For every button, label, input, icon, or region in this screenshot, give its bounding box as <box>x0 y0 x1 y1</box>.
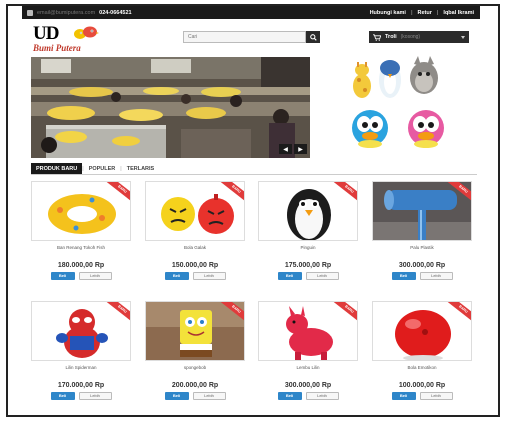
cart-label: Troli <box>385 34 397 40</box>
search-input[interactable] <box>183 31 306 43</box>
product-card: BARU Lilin Spiderman 170.000,00 Rp Beli … <box>31 301 131 400</box>
product-price: 170.000,00 Rp <box>57 382 105 389</box>
buy-button[interactable]: Beli <box>391 272 416 280</box>
swim-ring-image <box>32 182 130 240</box>
chevron-right-icon: ▶ <box>298 146 303 153</box>
product-name[interactable]: spongebob <box>145 365 245 371</box>
buy-button[interactable]: Beli <box>50 272 75 280</box>
product-card: BARU Palu Plastik 300.000,00 Rp Beli Leb… <box>372 181 472 280</box>
product-name[interactable]: Lilin Spiderman <box>31 365 131 371</box>
product-image[interactable]: BARU <box>31 301 131 361</box>
product-name[interactable]: Bola Galak <box>145 245 245 251</box>
buy-button[interactable]: Beli <box>277 392 302 400</box>
product-name[interactable]: Bola Emotikon <box>372 365 472 371</box>
product-image[interactable]: BARU <box>372 301 472 361</box>
product-price: 300.000,00 Rp <box>398 262 446 269</box>
chevron-left-icon: ◀ <box>283 146 288 153</box>
product-price: 150.000,00 Rp <box>171 262 219 269</box>
product-price: 100.000,00 Rp <box>398 382 446 389</box>
detail-button[interactable]: Lebih <box>419 392 453 400</box>
contact-email[interactable]: email@bumiputera.com <box>37 10 95 16</box>
detail-button[interactable]: Lebih <box>419 272 453 280</box>
link-return[interactable]: Retur <box>418 10 432 16</box>
detail-button[interactable]: Lebih <box>305 392 339 400</box>
product-card: BARU Bola Galak 150.000,00 Rp Beli Lebih <box>145 181 245 280</box>
product-tabs: PRODUK BARU | POPULER | TERLARIS <box>31 163 159 174</box>
buy-button[interactable]: Beli <box>50 392 75 400</box>
buy-button[interactable]: Beli <box>391 392 416 400</box>
product-card: BARU Ban Renang Tokoh Fish 180.000,00 Rp… <box>31 181 131 280</box>
contact-info: email@bumiputera.com 024-0664521 <box>22 9 132 16</box>
tab-new-products[interactable]: PRODUK BARU <box>31 163 83 174</box>
product-image[interactable]: BARU <box>258 301 358 361</box>
penguin-image <box>259 182 357 240</box>
product-image[interactable]: BARU <box>145 181 245 241</box>
red-horse-image <box>259 302 357 360</box>
slider-next-button[interactable]: ▶ <box>294 144 307 154</box>
top-links: Hubungi kami | Retur | Iqbal Ikrami <box>370 10 480 16</box>
factory-photo <box>31 57 310 158</box>
phone-icon <box>27 9 33 16</box>
contact-phone: 024-0664521 <box>99 9 132 16</box>
logo-birds-icon <box>74 26 99 39</box>
product-card: BARU spongebob 200.000,00 Rp Beli Lebih <box>145 301 245 400</box>
logo-tagline: Bumi Putera <box>33 43 81 53</box>
cart-count: (kosong) <box>400 34 421 40</box>
link-contact[interactable]: Hubungi kami <box>370 10 406 16</box>
tab-popular[interactable]: POPULER <box>84 163 121 174</box>
product-name[interactable]: Lembu Lilin <box>258 365 358 371</box>
detail-button[interactable]: Lebih <box>192 272 226 280</box>
hero-slider[interactable]: ◀ ▶ <box>31 57 310 158</box>
product-image[interactable]: BARU <box>145 301 245 361</box>
product-image[interactable]: BARU <box>372 181 472 241</box>
cart-button[interactable]: Troli (kosong) <box>369 31 469 43</box>
tab-best-sellers[interactable]: TERLARIS <box>122 163 160 174</box>
red-ball-image <box>373 302 471 360</box>
chevron-down-icon <box>461 35 465 39</box>
detail-button[interactable]: Lebih <box>305 272 339 280</box>
angry-balls-image <box>146 182 244 240</box>
search-bar <box>183 31 320 43</box>
product-card: BARU Bola Emotikon 100.000,00 Rp Beli Le… <box>372 301 472 400</box>
promo-toys-image <box>352 56 444 148</box>
product-name[interactable]: Ban Renang Tokoh Fish <box>31 245 131 251</box>
tab-divider-line <box>31 174 477 175</box>
product-name[interactable]: Palu Plastik <box>372 245 472 251</box>
site-logo[interactable]: UD Bumi Putera <box>33 24 103 54</box>
product-image[interactable]: BARU <box>258 181 358 241</box>
spiderman-image <box>32 302 130 360</box>
slider-prev-button[interactable]: ◀ <box>279 144 292 154</box>
buy-button[interactable]: Beli <box>164 272 189 280</box>
detail-button[interactable]: Lebih <box>78 272 112 280</box>
product-price: 180.000,00 Rp <box>57 262 105 269</box>
product-price: 200.000,00 Rp <box>171 382 219 389</box>
buy-button[interactable]: Beli <box>277 272 302 280</box>
divider: | <box>436 9 439 16</box>
detail-button[interactable]: Lebih <box>78 392 112 400</box>
link-account[interactable]: Iqbal Ikrami <box>443 10 474 16</box>
hammer-image <box>373 182 471 240</box>
product-card: BARU Lembu Lilin 300.000,00 Rp Beli Lebi… <box>258 301 358 400</box>
product-price: 175.000,00 Rp <box>284 262 332 269</box>
product-image[interactable]: BARU <box>31 181 131 241</box>
detail-button[interactable]: Lebih <box>192 392 226 400</box>
product-card: BARU Pinguin 175.000,00 Rp Beli Lebih <box>258 181 358 280</box>
buy-button[interactable]: Beli <box>164 392 189 400</box>
spongebob-image <box>146 302 244 360</box>
product-price: 300.000,00 Rp <box>284 382 332 389</box>
search-button[interactable] <box>306 31 320 43</box>
cart-icon <box>373 33 381 41</box>
product-name[interactable]: Pinguin <box>258 245 358 251</box>
divider: | <box>410 9 413 16</box>
top-bar: email@bumiputera.com 024-0664521 Hubungi… <box>22 6 480 19</box>
search-icon <box>309 33 317 41</box>
